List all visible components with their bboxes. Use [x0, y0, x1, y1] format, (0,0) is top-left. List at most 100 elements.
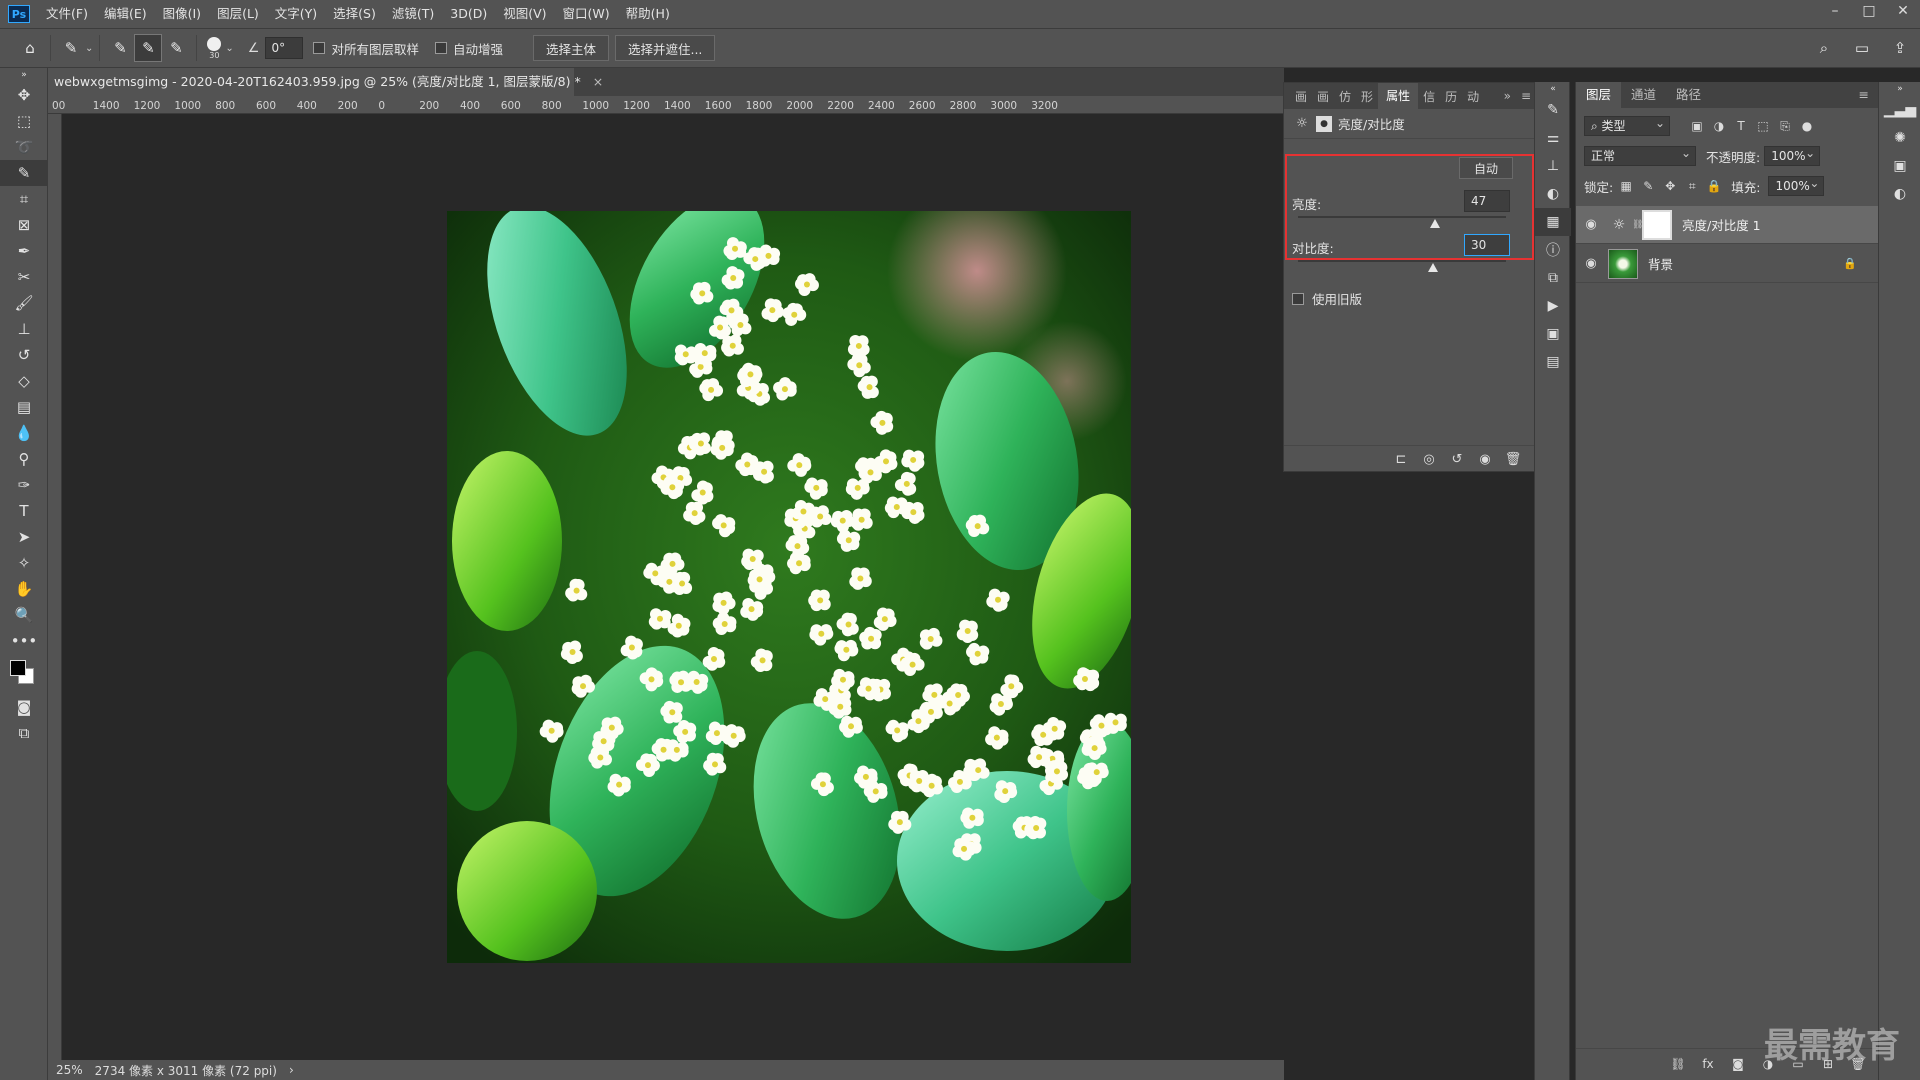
search-icon[interactable]: ⌕ — [1810, 34, 1838, 62]
fill-input[interactable]: 100% — [1768, 174, 1825, 196]
tab-history[interactable]: 历 — [1440, 88, 1462, 105]
history-icon[interactable]: ⧉ — [1535, 264, 1571, 292]
type-filter-icon[interactable]: T — [1732, 117, 1750, 135]
view-previous-state-icon[interactable]: ◎ — [1420, 451, 1438, 469]
notes-icon[interactable]: ▤ — [1535, 348, 1571, 376]
info-icon[interactable]: ⓘ — [1535, 236, 1571, 264]
brush-panel-icon[interactable]: ✎ — [1535, 96, 1571, 124]
layer-row[interactable]: ◉ ☼ ⛓ 亮度/对比度 1 — [1576, 206, 1879, 244]
libraries-icon[interactable]: ▣ — [1535, 320, 1571, 348]
checkbox-box[interactable] — [1292, 292, 1304, 305]
tab-info[interactable]: 信 — [1418, 88, 1440, 105]
hand-tool-icon[interactable]: ✋ — [0, 576, 48, 602]
chevron-down-icon[interactable]: ⌄ — [85, 43, 93, 54]
move-tool-icon[interactable]: ✥ — [0, 82, 48, 108]
pixel-filter-icon[interactable]: ▣ — [1688, 117, 1706, 135]
navigator-icon[interactable]: ✺ — [1879, 124, 1920, 152]
zoom-level[interactable]: 25% — [56, 1063, 83, 1077]
menu-view[interactable]: 视图(V) — [495, 0, 554, 28]
menu-edit[interactable]: 编辑(E) — [96, 0, 155, 28]
link-layers-icon[interactable]: ⛓ — [1669, 1055, 1687, 1073]
document-image[interactable] — [447, 211, 1131, 963]
add-to-selection-icon[interactable]: ✎ — [134, 34, 163, 62]
delete-icon[interactable]: 🗑 — [1504, 451, 1522, 469]
tab-brush-settings[interactable]: 画 — [1312, 88, 1334, 105]
tab-paths[interactable]: 路径 — [1666, 82, 1711, 108]
chevron-down-icon[interactable]: ⌄ — [225, 43, 233, 54]
menu-select[interactable]: 选择(S) — [325, 0, 384, 28]
link-icon[interactable]: ⛓ — [1632, 220, 1643, 230]
subtract-from-selection-icon[interactable]: ✎ — [162, 34, 190, 62]
more-tools-icon[interactable]: ••• — [0, 628, 48, 654]
select-subject-button[interactable]: 选择主体 — [532, 35, 609, 61]
menu-layer[interactable]: 图层(L) — [209, 0, 267, 28]
libraries-icon[interactable]: ▣ — [1879, 152, 1920, 180]
layer-name[interactable]: 背景 — [1648, 254, 1673, 273]
auto-enhance-checkbox[interactable]: 自动增强 — [434, 39, 503, 58]
close-tab-icon[interactable]: × — [593, 74, 603, 89]
workspace-icon[interactable]: ▭ — [1848, 34, 1876, 62]
lock-all-icon[interactable]: 🔒 — [1705, 177, 1723, 195]
layers-panel-menu-icon[interactable]: ≡ — [1849, 82, 1879, 108]
expand-tabs-icon[interactable]: » — [1499, 89, 1516, 103]
layer-thumbnail[interactable] — [1608, 248, 1638, 279]
foreground-color-swatch[interactable] — [10, 660, 26, 676]
panel-menu-icon[interactable]: ≡ — [1516, 89, 1536, 103]
select-and-mask-button[interactable]: 选择并遮住... — [614, 35, 716, 61]
contrast-slider-track[interactable] — [1298, 260, 1506, 262]
document-info[interactable]: 2734 像素 x 3011 像素 (72 ppi) — [95, 1062, 277, 1079]
shape-filter-icon[interactable]: ⬚ — [1754, 117, 1772, 135]
tab-clone-source[interactable]: 仿 — [1334, 88, 1356, 105]
tab-brush[interactable]: 画 — [1290, 88, 1312, 105]
reset-icon[interactable]: ↺ — [1448, 451, 1466, 469]
path-selection-tool-icon[interactable]: ➤ — [0, 524, 48, 550]
visibility-icon[interactable]: ◉ — [1476, 451, 1494, 469]
adjustments-icon[interactable]: ◐ — [1879, 180, 1920, 208]
menu-help[interactable]: 帮助(H) — [618, 0, 678, 28]
document-tab[interactable]: webwxgetmsgimg - 2020-04-20T162403.959.j… — [48, 68, 603, 96]
contrast-slider-thumb[interactable] — [1428, 263, 1439, 272]
smart-object-filter-icon[interactable]: ⎘ — [1776, 117, 1794, 135]
eraser-tool-icon[interactable]: ◇ — [0, 368, 48, 394]
gradient-tool-icon[interactable]: ▤ — [0, 394, 48, 420]
histogram-icon[interactable]: ▁▃▅ — [1879, 96, 1920, 124]
clone-stamp-tool-icon[interactable]: ⊥ — [0, 316, 48, 342]
lock-pixels-icon[interactable]: ✎ — [1639, 177, 1657, 195]
brush-size-picker[interactable]: 30 — [203, 36, 225, 60]
share-icon[interactable]: ⇪ — [1886, 34, 1914, 62]
eye-icon[interactable]: ◉ — [1576, 217, 1606, 232]
actions-icon[interactable]: ▶ — [1535, 292, 1571, 320]
mask-icon[interactable]: ● — [1316, 115, 1332, 132]
opacity-input[interactable]: 100% — [1764, 144, 1821, 166]
collapse-icon[interactable]: » — [1879, 82, 1920, 96]
angle-input[interactable]: 0° — [265, 37, 304, 59]
healing-brush-tool-icon[interactable]: ✂ — [0, 264, 48, 290]
fx-icon[interactable]: fx — [1699, 1055, 1717, 1073]
sample-all-layers-checkbox[interactable]: 对所有图层取样 — [313, 39, 419, 58]
menu-image[interactable]: 图像(I) — [155, 0, 209, 28]
minimize-button[interactable]: – — [1818, 0, 1852, 22]
quick-selection-tool-icon[interactable]: ✎ — [0, 160, 48, 186]
frame-tool-icon[interactable]: ⊠ — [0, 212, 48, 238]
crop-tool-icon[interactable]: ⌗ — [0, 186, 48, 212]
color-swatches[interactable] — [0, 654, 48, 694]
properties-panel-icon[interactable]: ▦ — [1535, 208, 1571, 236]
use-legacy-checkbox[interactable]: 使用旧版 — [1292, 289, 1362, 308]
shapes-panel-icon[interactable]: ◐ — [1535, 180, 1571, 208]
pen-tool-icon[interactable]: ✑ — [0, 472, 48, 498]
type-tool-icon[interactable]: T — [0, 498, 48, 524]
lock-position-icon[interactable]: ✥ — [1661, 177, 1679, 195]
screen-mode-icon[interactable]: ⧉ — [0, 720, 48, 746]
collapse-toolbar-icon[interactable]: » — [0, 68, 48, 82]
marquee-tool-icon[interactable]: ⬚ — [0, 108, 48, 134]
zoom-tool-icon[interactable]: 🔍 — [0, 602, 48, 628]
tab-layers[interactable]: 图层 — [1576, 82, 1622, 108]
home-icon[interactable]: ⌂ — [16, 34, 44, 62]
shape-tool-icon[interactable]: ✧ — [0, 550, 48, 576]
brush-settings-icon[interactable]: ⚌ — [1535, 124, 1571, 152]
menu-type[interactable]: 文字(Y) — [267, 0, 325, 28]
layer-name[interactable]: 亮度/对比度 1 — [1682, 215, 1761, 234]
dodge-tool-icon[interactable]: ⚲ — [0, 446, 48, 472]
layer-filter-dropdown[interactable]: ⌕ 类型 — [1584, 114, 1670, 136]
blur-tool-icon[interactable]: 💧 — [0, 420, 48, 446]
